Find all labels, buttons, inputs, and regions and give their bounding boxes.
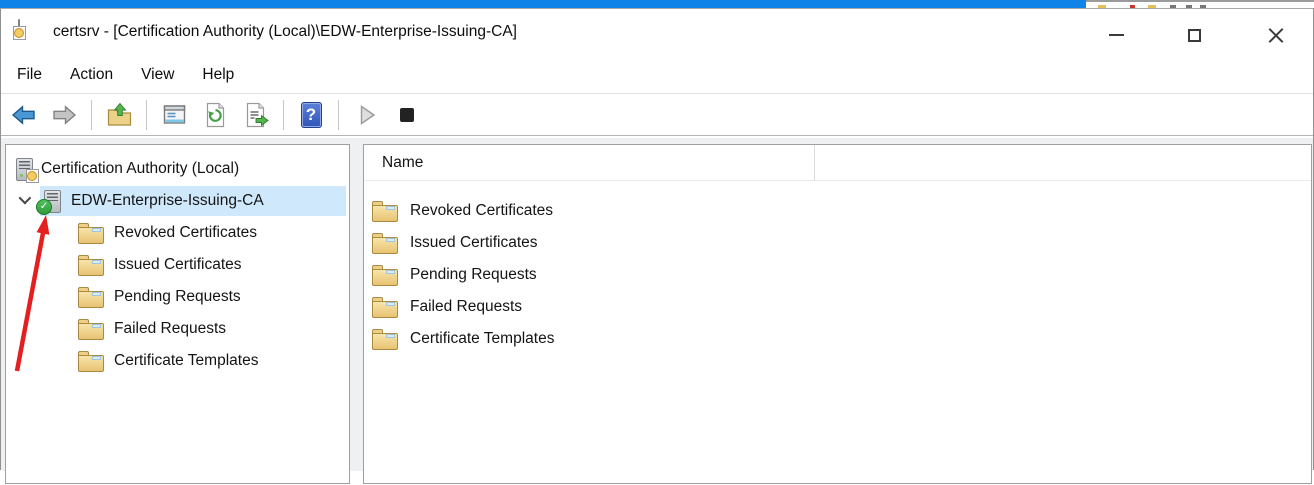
menu-bar: File Action View Help (1, 57, 1313, 93)
certification-authority-icon (16, 157, 39, 183)
close-icon (1268, 27, 1284, 43)
column-header-name[interactable]: Name (382, 154, 423, 172)
folder-icon (78, 222, 104, 244)
column-separator[interactable] (814, 145, 815, 181)
chevron-down-icon[interactable] (18, 191, 32, 205)
certificate-icon (13, 26, 26, 40)
certsrv-window: certsrv - [Certification Authority (Loca… (0, 8, 1314, 484)
tree-item-edw-enterprise-issuing-ca[interactable]: ✓ EDW-Enterprise-Issuing-CA (6, 185, 349, 217)
minimize-icon (1108, 34, 1124, 36)
folder-icon (78, 286, 104, 308)
window-title: certsrv - [Certification Authority (Loca… (53, 23, 517, 40)
tree-item-certificate-templates[interactable]: Certificate Templates (6, 345, 349, 377)
list-item-pending-requests[interactable]: Pending Requests (364, 259, 1311, 291)
close-button[interactable] (1254, 15, 1298, 55)
refresh-button[interactable] (201, 101, 229, 129)
tree-item-failed-requests[interactable]: Failed Requests (6, 313, 349, 345)
list-item-label: Failed Requests (410, 298, 523, 315)
background-window-strip (0, 0, 1086, 8)
folder-icon (372, 232, 398, 254)
console-tree: Certification Authority (Local) ✓ EDW-En… (6, 145, 349, 377)
stop-service-button[interactable] (393, 101, 421, 129)
help-button[interactable]: ? (297, 101, 325, 129)
tree-item-revoked-certificates[interactable]: Revoked Certificates (6, 217, 349, 249)
refresh-icon (206, 102, 224, 127)
tree-item-label: Certificate Templates (114, 352, 259, 369)
toolbar: ? (1, 93, 1313, 136)
list-item-label: Revoked Certificates (410, 202, 554, 219)
toolbar-separator (91, 99, 92, 130)
folder-icon (78, 350, 104, 372)
back-arrow-icon (11, 104, 35, 125)
folder-icon (372, 296, 398, 318)
tree-item-label: Revoked Certificates (114, 224, 258, 241)
folder-icon (78, 254, 104, 276)
maximize-icon (1187, 28, 1201, 42)
background-window-strip-right (1086, 0, 1314, 9)
tree-item-label: Pending Requests (114, 288, 241, 305)
up-one-level-button[interactable] (105, 101, 133, 129)
workspace: Certification Authority (Local) ✓ EDW-En… (1, 138, 1313, 484)
help-icon: ? (300, 101, 322, 128)
toolbar-separator (338, 99, 339, 130)
folder-icon (372, 264, 398, 286)
tree-item-pending-requests[interactable]: Pending Requests (6, 281, 349, 313)
menu-help[interactable]: Help (202, 66, 234, 84)
menu-action[interactable]: Action (70, 66, 113, 84)
toolbar-separator (146, 99, 147, 130)
show-console-tree-icon (163, 104, 185, 124)
folder-icon (372, 200, 398, 222)
list-header[interactable]: Name (364, 145, 1311, 181)
folder-icon (372, 328, 398, 350)
tree-item-label: Failed Requests (114, 320, 227, 337)
tree-item-label: Issued Certificates (114, 256, 242, 273)
show-console-tree-button[interactable] (160, 101, 188, 129)
export-list-button[interactable] (242, 101, 270, 129)
forward-arrow-icon (52, 104, 76, 125)
list-item-label: Certificate Templates (410, 330, 555, 347)
results-list: Revoked Certificates Issued Certificates… (364, 181, 1311, 355)
results-pane: Name Revoked Certificates Issued Certifi… (363, 144, 1312, 484)
menu-view[interactable]: View (141, 66, 174, 84)
toolbar-separator (283, 99, 284, 130)
folder-icon (78, 318, 104, 340)
tree-item-label: EDW-Enterprise-Issuing-CA (71, 192, 264, 209)
stop-service-icon (400, 107, 414, 122)
certsrv-app-icon (13, 19, 26, 40)
back-button[interactable] (9, 101, 37, 129)
minimize-button[interactable] (1094, 15, 1138, 55)
tree-item-label: Certification Authority (Local) (41, 160, 240, 177)
up-one-level-icon (107, 102, 131, 126)
forward-button[interactable] (50, 101, 78, 129)
list-item-failed-requests[interactable]: Failed Requests (364, 291, 1311, 323)
menu-file[interactable]: File (17, 66, 42, 84)
list-item-issued-certificates[interactable]: Issued Certificates (364, 227, 1311, 259)
console-tree-pane: Certification Authority (Local) ✓ EDW-En… (5, 144, 350, 484)
start-service-button[interactable] (352, 101, 380, 129)
maximize-button[interactable] (1172, 15, 1216, 55)
tree-item-issued-certificates[interactable]: Issued Certificates (6, 249, 349, 281)
list-item-revoked-certificates[interactable]: Revoked Certificates (364, 195, 1311, 227)
ca-running-check-icon: ✓ (36, 198, 52, 215)
ca-server-icon: ✓ (36, 189, 61, 215)
list-item-label: Pending Requests (410, 266, 537, 283)
export-list-icon (246, 102, 269, 127)
tree-item-certification-authority[interactable]: Certification Authority (Local) (6, 153, 349, 185)
list-item-label: Issued Certificates (410, 234, 538, 251)
list-item-certificate-templates[interactable]: Certificate Templates (364, 323, 1311, 355)
start-service-icon (360, 104, 375, 125)
certificate-icon (26, 168, 39, 183)
title-bar: certsrv - [Certification Authority (Loca… (1, 9, 1313, 57)
